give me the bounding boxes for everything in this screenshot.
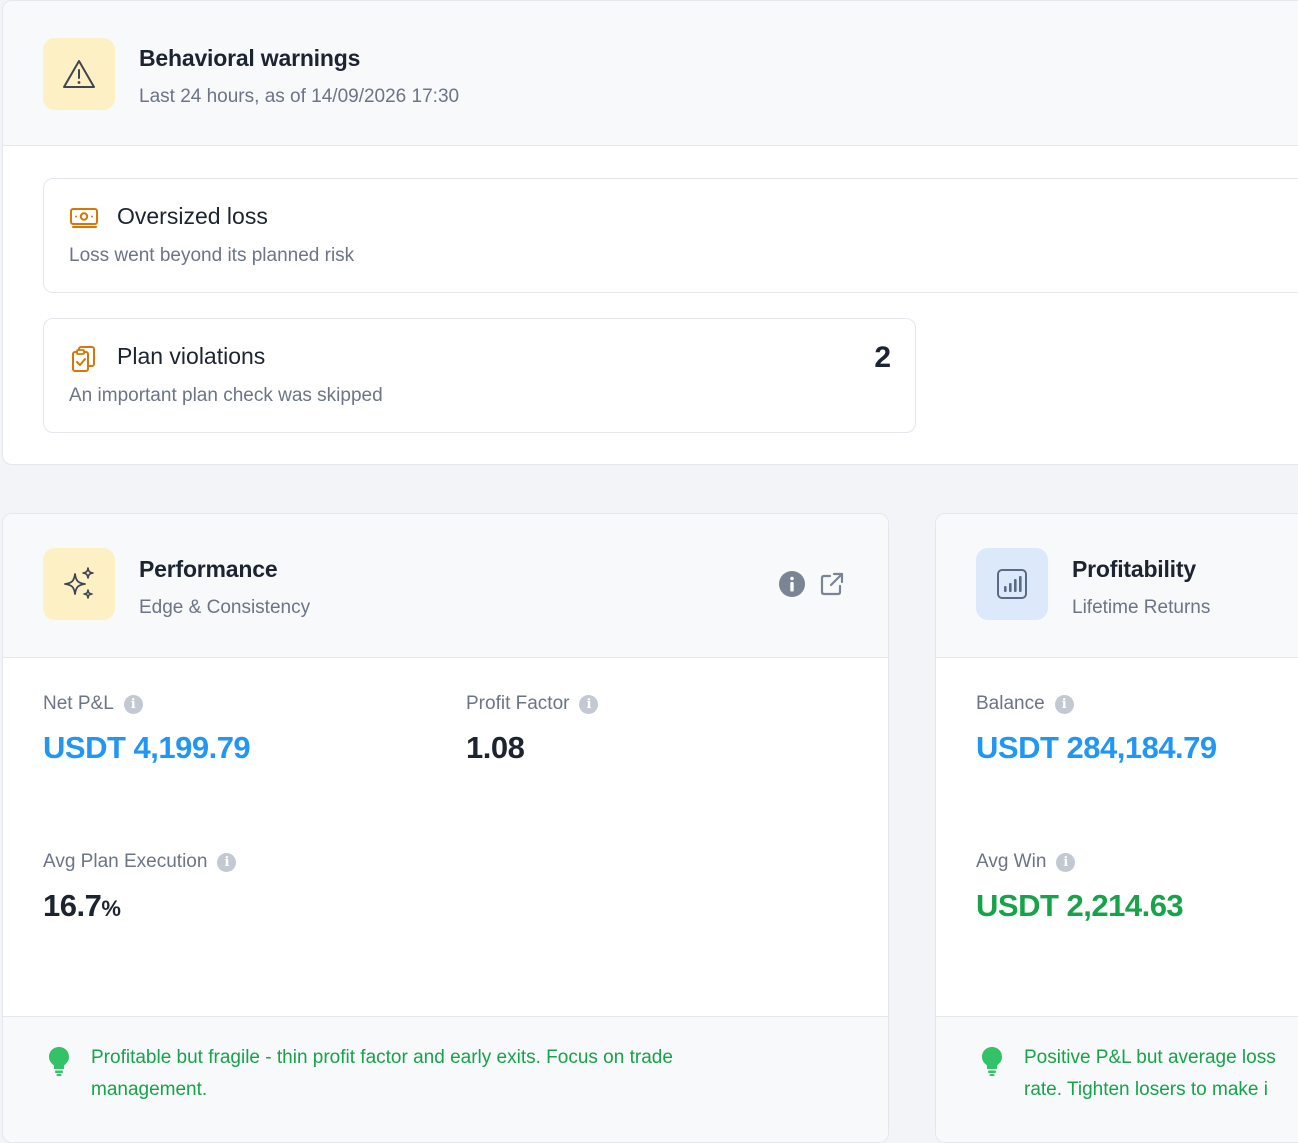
lightbulb-icon <box>982 1047 1002 1076</box>
profitability-card: Profitability Lifetime Returns Balance i… <box>935 513 1298 1143</box>
performance-tip-text: Profitable but fragile - thin profit fac… <box>91 1042 673 1106</box>
info-icon[interactable]: i <box>1056 852 1076 872</box>
avg-win-value: USDT 2,214.63 <box>976 888 1184 923</box>
avg-plan-execution-label-text: Avg Plan Execution <box>43 851 208 872</box>
info-icon[interactable]: i <box>1054 694 1074 714</box>
profitability-subtitle: Lifetime Returns <box>1072 597 1211 618</box>
warnings-subtitle: Last 24 hours, as of 14/09/2026 17:30 <box>139 86 460 107</box>
performance-card: Performance Edge & Consistency Net P&L i… <box>2 513 889 1143</box>
warning-icon-tile <box>43 38 115 110</box>
bar-chart-icon <box>997 569 1027 599</box>
net-pnl-label: Net P&L i <box>43 693 143 715</box>
performance-tip-footer: Profitable but fragile - thin profit fac… <box>3 1016 888 1142</box>
profitability-tip-line: Positive P&L but average loss <box>1024 1047 1276 1068</box>
warning-triangle-icon <box>63 60 95 88</box>
avg-plan-execution-number: 16.7 <box>43 888 102 923</box>
info-icon[interactable]: i <box>123 694 143 714</box>
behavioral-warnings-header: Behavioral warnings Last 24 hours, as of… <box>3 1 1298 146</box>
profit-factor-label-text: Profit Factor <box>466 693 570 714</box>
money-bills-icon <box>70 208 98 228</box>
info-icon[interactable]: i <box>217 852 237 872</box>
profitability-icon-tile <box>976 548 1048 620</box>
performance-tip-line: management. <box>91 1079 208 1100</box>
warning-description: Loss went beyond its planned risk <box>69 245 355 266</box>
clipboard-check-icon <box>72 346 95 372</box>
performance-header: Performance Edge & Consistency <box>3 514 888 658</box>
balance-value: USDT 284,184.79 <box>976 730 1217 765</box>
performance-subtitle: Edge & Consistency <box>139 597 311 618</box>
profitability-header: Profitability Lifetime Returns <box>936 514 1298 658</box>
profit-factor-value: 1.08 <box>466 730 525 765</box>
info-icon[interactable] <box>778 570 806 598</box>
balance-label: Balance i <box>976 693 1074 715</box>
external-link-icon[interactable] <box>818 570 846 598</box>
performance-tip-line: Profitable but fragile - thin profit fac… <box>91 1047 673 1068</box>
balance-label-text: Balance <box>976 693 1045 714</box>
profitability-title: Profitability <box>1072 556 1196 582</box>
performance-icon-tile <box>43 548 115 620</box>
profit-factor-label: Profit Factor i <box>466 693 599 715</box>
warning-title: Oversized loss <box>117 203 268 229</box>
sparkles-icon <box>64 567 94 599</box>
warning-description: An important plan check was skipped <box>69 385 383 406</box>
profitability-tip-footer: Positive P&L but average loss rate. Tigh… <box>936 1016 1298 1142</box>
profitability-tip-line: rate. Tighten losers to make i <box>1024 1079 1268 1100</box>
profitability-tip-text: Positive P&L but average loss rate. Tigh… <box>1024 1042 1276 1106</box>
avg-win-label-text: Avg Win <box>976 851 1047 872</box>
performance-title: Performance <box>139 556 278 582</box>
avg-win-label: Avg Win i <box>976 851 1076 873</box>
net-pnl-label-text: Net P&L <box>43 693 114 714</box>
warning-title: Plan violations <box>117 343 266 369</box>
behavioral-warnings-card: Behavioral warnings Last 24 hours, as of… <box>2 0 1298 465</box>
percent-unit: % <box>101 896 121 921</box>
info-icon[interactable]: i <box>579 694 599 714</box>
net-pnl-value: USDT 4,199.79 <box>43 730 251 765</box>
lightbulb-icon <box>49 1047 69 1076</box>
avg-plan-execution-value: 16.7% <box>43 888 121 924</box>
warnings-title: Behavioral warnings <box>139 45 361 71</box>
avg-plan-execution-label: Avg Plan Execution i <box>43 851 237 873</box>
warning-count-badge: 2 <box>874 341 891 374</box>
warning-item-oversized-loss[interactable]: Oversized loss Loss went beyond its plan… <box>43 178 1298 293</box>
warning-item-plan-violations[interactable]: Plan violations An important plan check … <box>43 318 916 433</box>
